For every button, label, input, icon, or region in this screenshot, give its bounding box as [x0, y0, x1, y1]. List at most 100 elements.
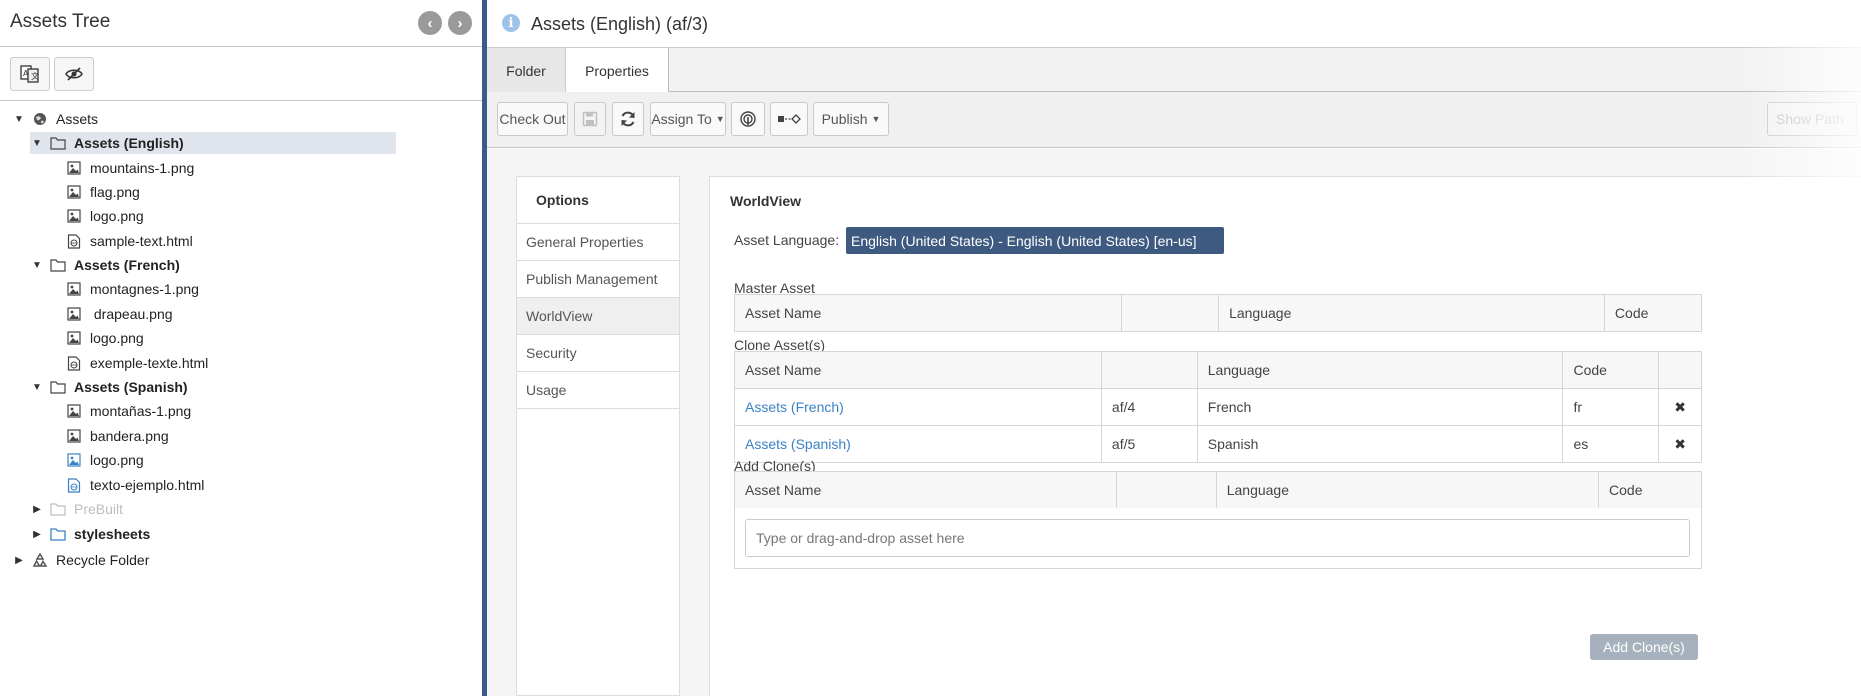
caret-down-icon: ▼ [715, 114, 725, 124]
page-title: Assets (English) (af/3) [531, 14, 709, 34]
image-file-icon [66, 403, 82, 419]
language-toggle-button[interactable]: A 文 [10, 57, 50, 91]
caret-down-icon[interactable]: ▼ [12, 114, 26, 125]
tree-item-label: exemple-texte.html [90, 355, 209, 371]
tree-item[interactable]: mountains-1.png [66, 157, 194, 179]
image-file-icon [66, 452, 82, 468]
relations-button[interactable] [770, 102, 808, 136]
option-usage[interactable]: Usage [517, 372, 679, 409]
tree-item[interactable]: ▼ Assets (English) [30, 132, 396, 154]
tree-item[interactable]: ▶ PreBuilt [30, 498, 123, 520]
tree-item-label: logo.png [90, 330, 144, 346]
asset-language-label: Asset Language: [734, 232, 840, 248]
tree-item-label: Recycle Folder [56, 552, 150, 568]
clone-asset-id: af/4 [1100, 388, 1198, 426]
workflow-button[interactable] [731, 102, 765, 136]
tree-item[interactable]: ▼ Assets [12, 108, 98, 130]
tab-properties[interactable]: Properties [566, 48, 669, 94]
table-row: Assets (Spanish) af/5 Spanish es ✖ [734, 425, 1702, 463]
column-header: Code [1598, 471, 1702, 509]
tree-item[interactable]: logo.png [66, 327, 144, 349]
folder-icon [50, 135, 66, 151]
caret-right-icon[interactable]: ▶ [30, 504, 44, 515]
divider [0, 46, 484, 47]
publish-dropdown[interactable]: Publish ▼ [813, 102, 889, 136]
remove-icon[interactable]: ✖ [1658, 388, 1702, 426]
tree-item[interactable]: flag.png [66, 181, 140, 203]
tree-item[interactable]: ▼ Assets (Spanish) [30, 376, 188, 398]
column-header [1658, 351, 1702, 389]
tree-item-label: Assets (English) [74, 135, 184, 151]
tree-item[interactable]: ▶ Recycle Folder [12, 549, 149, 571]
tree-item-label: Assets (French) [74, 257, 180, 273]
tree-item-label: logo.png [90, 208, 144, 224]
add-clone-input[interactable] [745, 519, 1690, 557]
option-worldview[interactable]: WorldView [517, 298, 679, 335]
assets-tree-panel: Assets Tree ‹ › A 文 ▼ Assets ▼ Assets (Engl… [0, 0, 484, 696]
clone-asset-language: French [1196, 388, 1564, 426]
clone-asset-link[interactable]: Assets (French) [745, 399, 844, 415]
divider [0, 100, 484, 101]
tree-item-label: sample-text.html [90, 233, 193, 249]
check-out-button[interactable]: Check Out [497, 102, 568, 136]
caret-right-icon[interactable]: ▶ [30, 529, 44, 540]
caret-down-icon[interactable]: ▼ [30, 138, 44, 149]
tree-item[interactable]: texto-ejemplo.html [66, 474, 204, 496]
tree-item[interactable]: montañas-1.png [66, 400, 191, 422]
caret-down-icon: ▼ [871, 114, 881, 124]
image-file-icon [66, 184, 82, 200]
fingerprint-icon [740, 111, 756, 127]
clone-asset-code: es [1562, 425, 1660, 463]
tree-item[interactable]: logo.png [66, 449, 144, 471]
worldview-panel: WorldView Asset Language: English (Unite… [709, 176, 1861, 696]
asset-language-value[interactable]: English (United States) - English (Unite… [846, 227, 1224, 254]
hide-button[interactable] [54, 57, 94, 91]
option-security[interactable]: Security [517, 335, 679, 372]
tree-item[interactable]: sample-text.html [66, 230, 193, 252]
column-header [1121, 294, 1220, 332]
option-publish-management[interactable]: Publish Management [517, 261, 679, 298]
column-header: Asset Name [734, 351, 1102, 389]
clone-assets-table: Asset Name Language Code Assets (French)… [734, 351, 1702, 463]
caret-down-icon[interactable]: ▼ [30, 260, 44, 271]
option-general-properties[interactable]: General Properties [517, 224, 679, 261]
tree-item[interactable]: bandera.png [66, 425, 169, 447]
save-icon [582, 111, 598, 127]
tree-item[interactable]: ▶ stylesheets [30, 523, 150, 545]
tree-item-label: Assets [56, 111, 99, 127]
section-title: WorldView [730, 193, 802, 209]
tree-item-label: logo.png [90, 452, 144, 468]
tab-folder[interactable]: Folder [487, 48, 566, 93]
tree-item[interactable]: logo.png [66, 205, 144, 227]
caret-right-icon[interactable]: ▶ [12, 555, 26, 566]
tree-item-label: Assets (Spanish) [74, 379, 188, 395]
svg-text:A: A [23, 69, 29, 78]
save-button[interactable] [574, 102, 606, 136]
tree-item[interactable]: montagnes-1.png [66, 278, 199, 300]
clone-asset-link[interactable]: Assets (Spanish) [745, 436, 851, 452]
caret-down-icon[interactable]: ▼ [30, 382, 44, 393]
globe-icon [32, 111, 48, 127]
tree-item-label: PreBuilt [74, 501, 124, 517]
translate-icon: A 文 [20, 65, 39, 83]
assign-to-dropdown[interactable]: Assign To ▼ [650, 102, 726, 136]
show-path-button[interactable]: Show Path [1767, 102, 1857, 136]
remove-icon[interactable]: ✖ [1658, 425, 1702, 463]
tab-bar: Folder Properties [487, 47, 1861, 94]
html-file-icon [66, 233, 82, 249]
chevron-left-icon[interactable]: ‹ [418, 11, 442, 35]
add-clones-button[interactable]: Add Clone(s) [1590, 634, 1698, 660]
tree-item[interactable]: drapeau.png [66, 303, 173, 325]
eye-slash-icon [65, 67, 83, 81]
tree-item[interactable]: exemple-texte.html [66, 352, 208, 374]
tree-item[interactable]: ▼ Assets (French) [30, 254, 180, 276]
column-header: Code [1562, 351, 1660, 389]
chevron-right-icon[interactable]: › [448, 11, 472, 35]
image-file-icon [66, 160, 82, 176]
clone-asset-code: fr [1562, 388, 1660, 426]
add-clone-input-row [734, 508, 1702, 569]
refresh-button[interactable] [612, 102, 644, 136]
toolbar: Check Out Assign To ▼ Publish ▼ Show Pat… [487, 92, 1861, 148]
image-file-icon [66, 281, 82, 297]
info-icon: i [502, 14, 520, 32]
